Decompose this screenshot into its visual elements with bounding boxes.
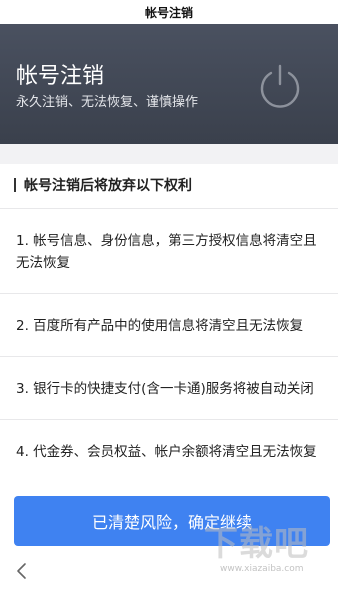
banner-title: 帐号注销 xyxy=(16,64,105,89)
watermark-brand: 下载吧 xyxy=(204,524,309,564)
rights-list: 1. 帐号信息、身份信息，第三方授权信息将清空且无法恢复 2. 百度所有产品中的… xyxy=(0,208,338,498)
watermark-logo: 下载吧 www.xiazaiba.com xyxy=(204,516,334,576)
list-item-text: 1. 帐号信息、身份信息，第三方授权信息将清空且无法恢复 xyxy=(16,233,317,271)
section-header: 帐号注销后将放弃以下权利 xyxy=(0,164,338,206)
list-item: 4. 代金券、会员权益、帐户余额将清空且无法恢复 xyxy=(0,419,338,482)
banner-subtitle: 永久注销、无法恢复、谨慎操作 xyxy=(16,95,199,110)
watermark-url: www.xiazaiba.com xyxy=(220,564,304,574)
back-arrow-icon[interactable] xyxy=(14,562,30,580)
list-item-text: 4. 代金券、会员权益、帐户余额将清空且无法恢复 xyxy=(16,444,317,460)
list-item-text: 2. 百度所有产品中的使用信息将清空且无法恢复 xyxy=(16,318,304,334)
page-title: 帐号注销 xyxy=(144,5,193,20)
list-item: 2. 百度所有产品中的使用信息将清空且无法恢复 xyxy=(0,293,338,356)
section-divider xyxy=(0,144,338,164)
header-banner: 帐号注销 永久注销、无法恢复、谨慎操作 xyxy=(0,24,338,144)
section-title: 帐号注销后将放弃以下权利 xyxy=(24,178,192,194)
section-marker xyxy=(14,178,16,192)
list-item-text: 3. 银行卡的快捷支付(含一卡通)服务将被自动关闭 xyxy=(16,381,314,397)
top-bar: 帐号注销 xyxy=(0,0,338,24)
power-icon xyxy=(260,64,300,108)
list-item: 3. 银行卡的快捷支付(含一卡通)服务将被自动关闭 xyxy=(0,356,338,419)
list-item: 1. 帐号信息、身份信息，第三方授权信息将清空且无法恢复 xyxy=(0,208,338,293)
